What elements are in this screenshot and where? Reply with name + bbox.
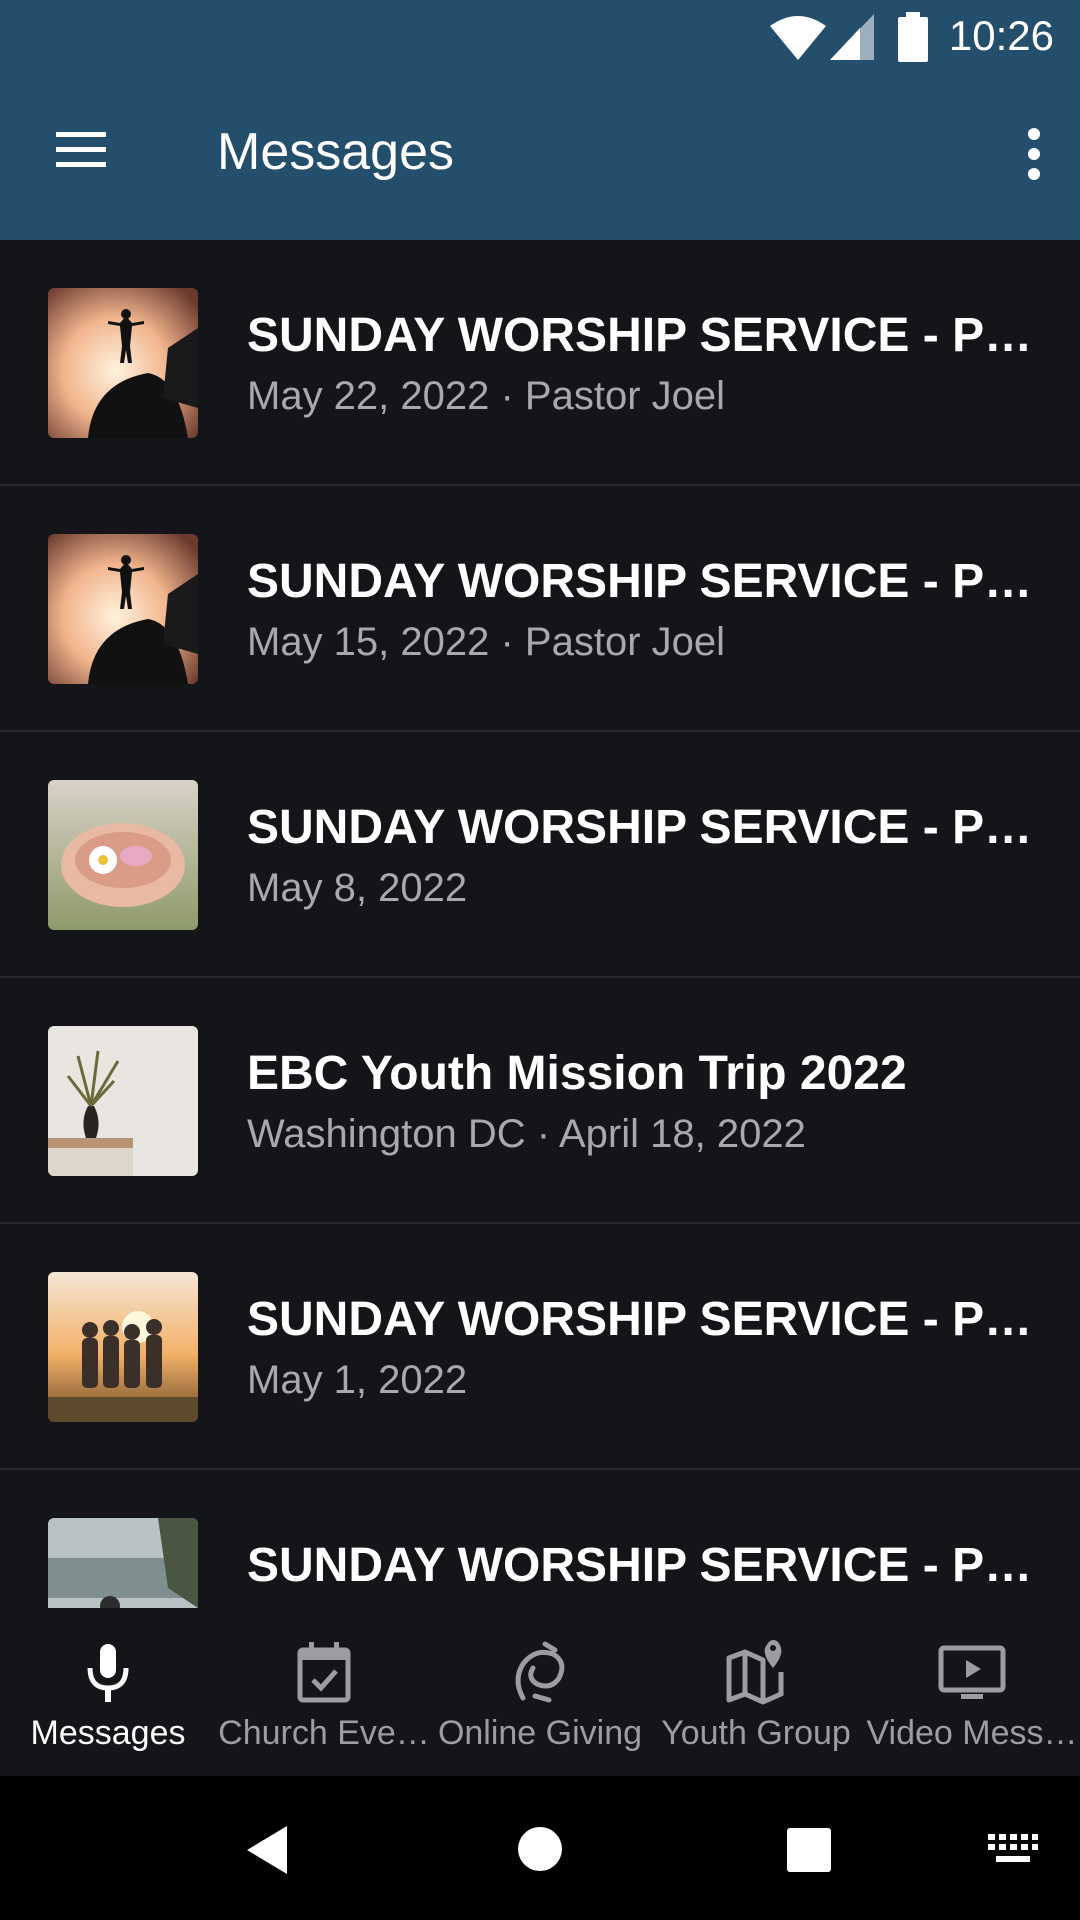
message-subtitle: May 8, 2022: [247, 866, 468, 910]
calendar-check-icon: [297, 1642, 351, 1703]
status-time: 10:26: [948, 12, 1054, 59]
list-item[interactable]: SUNDAY WORSHIP SERVICE - Pa…: [0, 1470, 1080, 1608]
thumbnail-image: [48, 288, 198, 438]
thumbnail-image: [48, 780, 198, 930]
nav-label: Church Eve…: [218, 1714, 430, 1752]
more-options-icon[interactable]: [1018, 126, 1050, 182]
nav-label: Online Giving: [437, 1714, 643, 1752]
back-icon[interactable]: [243, 1824, 291, 1876]
list-item[interactable]: EBC Youth Mission Trip 2022 Washington D…: [0, 978, 1080, 1224]
message-title: SUNDAY WORSHIP SERVICE - Pa…: [247, 555, 1037, 608]
list-item[interactable]: SUNDAY WORSHIP SERVICE - Pa… May 8, 2022: [0, 732, 1080, 978]
menu-icon[interactable]: [50, 126, 112, 174]
nav-youth-group[interactable]: Youth Group: [648, 1608, 864, 1776]
home-icon[interactable]: [517, 1826, 563, 1872]
message-subtitle: May 1, 2022: [247, 1358, 468, 1402]
list-item[interactable]: SUNDAY WORSHIP SERVICE - Pa… May 1, 2022: [0, 1224, 1080, 1470]
thumbnail-image: [48, 1026, 198, 1176]
page-title: Messages: [217, 123, 454, 181]
nav-church-events[interactable]: Church Eve…: [216, 1608, 432, 1776]
list-item[interactable]: SUNDAY WORSHIP SERVICE - Pa… May 15, 202…: [0, 486, 1080, 732]
keyboard-icon[interactable]: [988, 1834, 1038, 1864]
message-title: SUNDAY WORSHIP SERVICE - Pa…: [247, 309, 1037, 362]
microphone-icon: [87, 1644, 129, 1702]
nav-messages[interactable]: Messages: [0, 1608, 216, 1776]
system-navigation-bar: [0, 1776, 1080, 1920]
message-title: SUNDAY WORSHIP SERVICE - Pa…: [247, 801, 1037, 854]
app-bar: Messages: [0, 78, 1080, 240]
thumbnail-image: [48, 1518, 198, 1608]
message-title: SUNDAY WORSHIP SERVICE - Pa…: [247, 1539, 1037, 1592]
giving-icon: [515, 1641, 565, 1703]
message-subtitle: May 22, 2022 · Pastor Joel: [247, 374, 726, 418]
battery-icon: [898, 12, 928, 62]
map-pin-icon: [726, 1640, 784, 1705]
bottom-navigation: Messages Church Eve… Online Giving Youth…: [0, 1608, 1080, 1776]
recents-icon[interactable]: [787, 1828, 831, 1872]
thumbnail-image: [48, 1272, 198, 1422]
nav-label: Youth Group: [661, 1714, 851, 1752]
messages-list: SUNDAY WORSHIP SERVICE - Pa… May 22, 202…: [0, 240, 1080, 1608]
nav-video-messages[interactable]: Video Mess…: [864, 1608, 1080, 1776]
signal-icon: [830, 14, 874, 60]
thumbnail-image: [48, 534, 198, 684]
message-subtitle: May 15, 2022 · Pastor Joel: [247, 620, 726, 664]
nav-online-giving[interactable]: Online Giving: [432, 1608, 648, 1776]
list-item[interactable]: SUNDAY WORSHIP SERVICE - Pa… May 22, 202…: [0, 240, 1080, 486]
status-bar: 10:26: [0, 0, 1080, 78]
message-subtitle: Washington DC · April 18, 2022: [247, 1112, 806, 1156]
video-icon: [938, 1645, 1006, 1699]
nav-label: Video Mess…: [866, 1714, 1078, 1752]
message-title: EBC Youth Mission Trip 2022: [247, 1047, 907, 1100]
nav-label: Messages: [30, 1714, 186, 1752]
message-title: SUNDAY WORSHIP SERVICE - Pa…: [247, 1293, 1037, 1346]
wifi-icon: [770, 16, 826, 60]
